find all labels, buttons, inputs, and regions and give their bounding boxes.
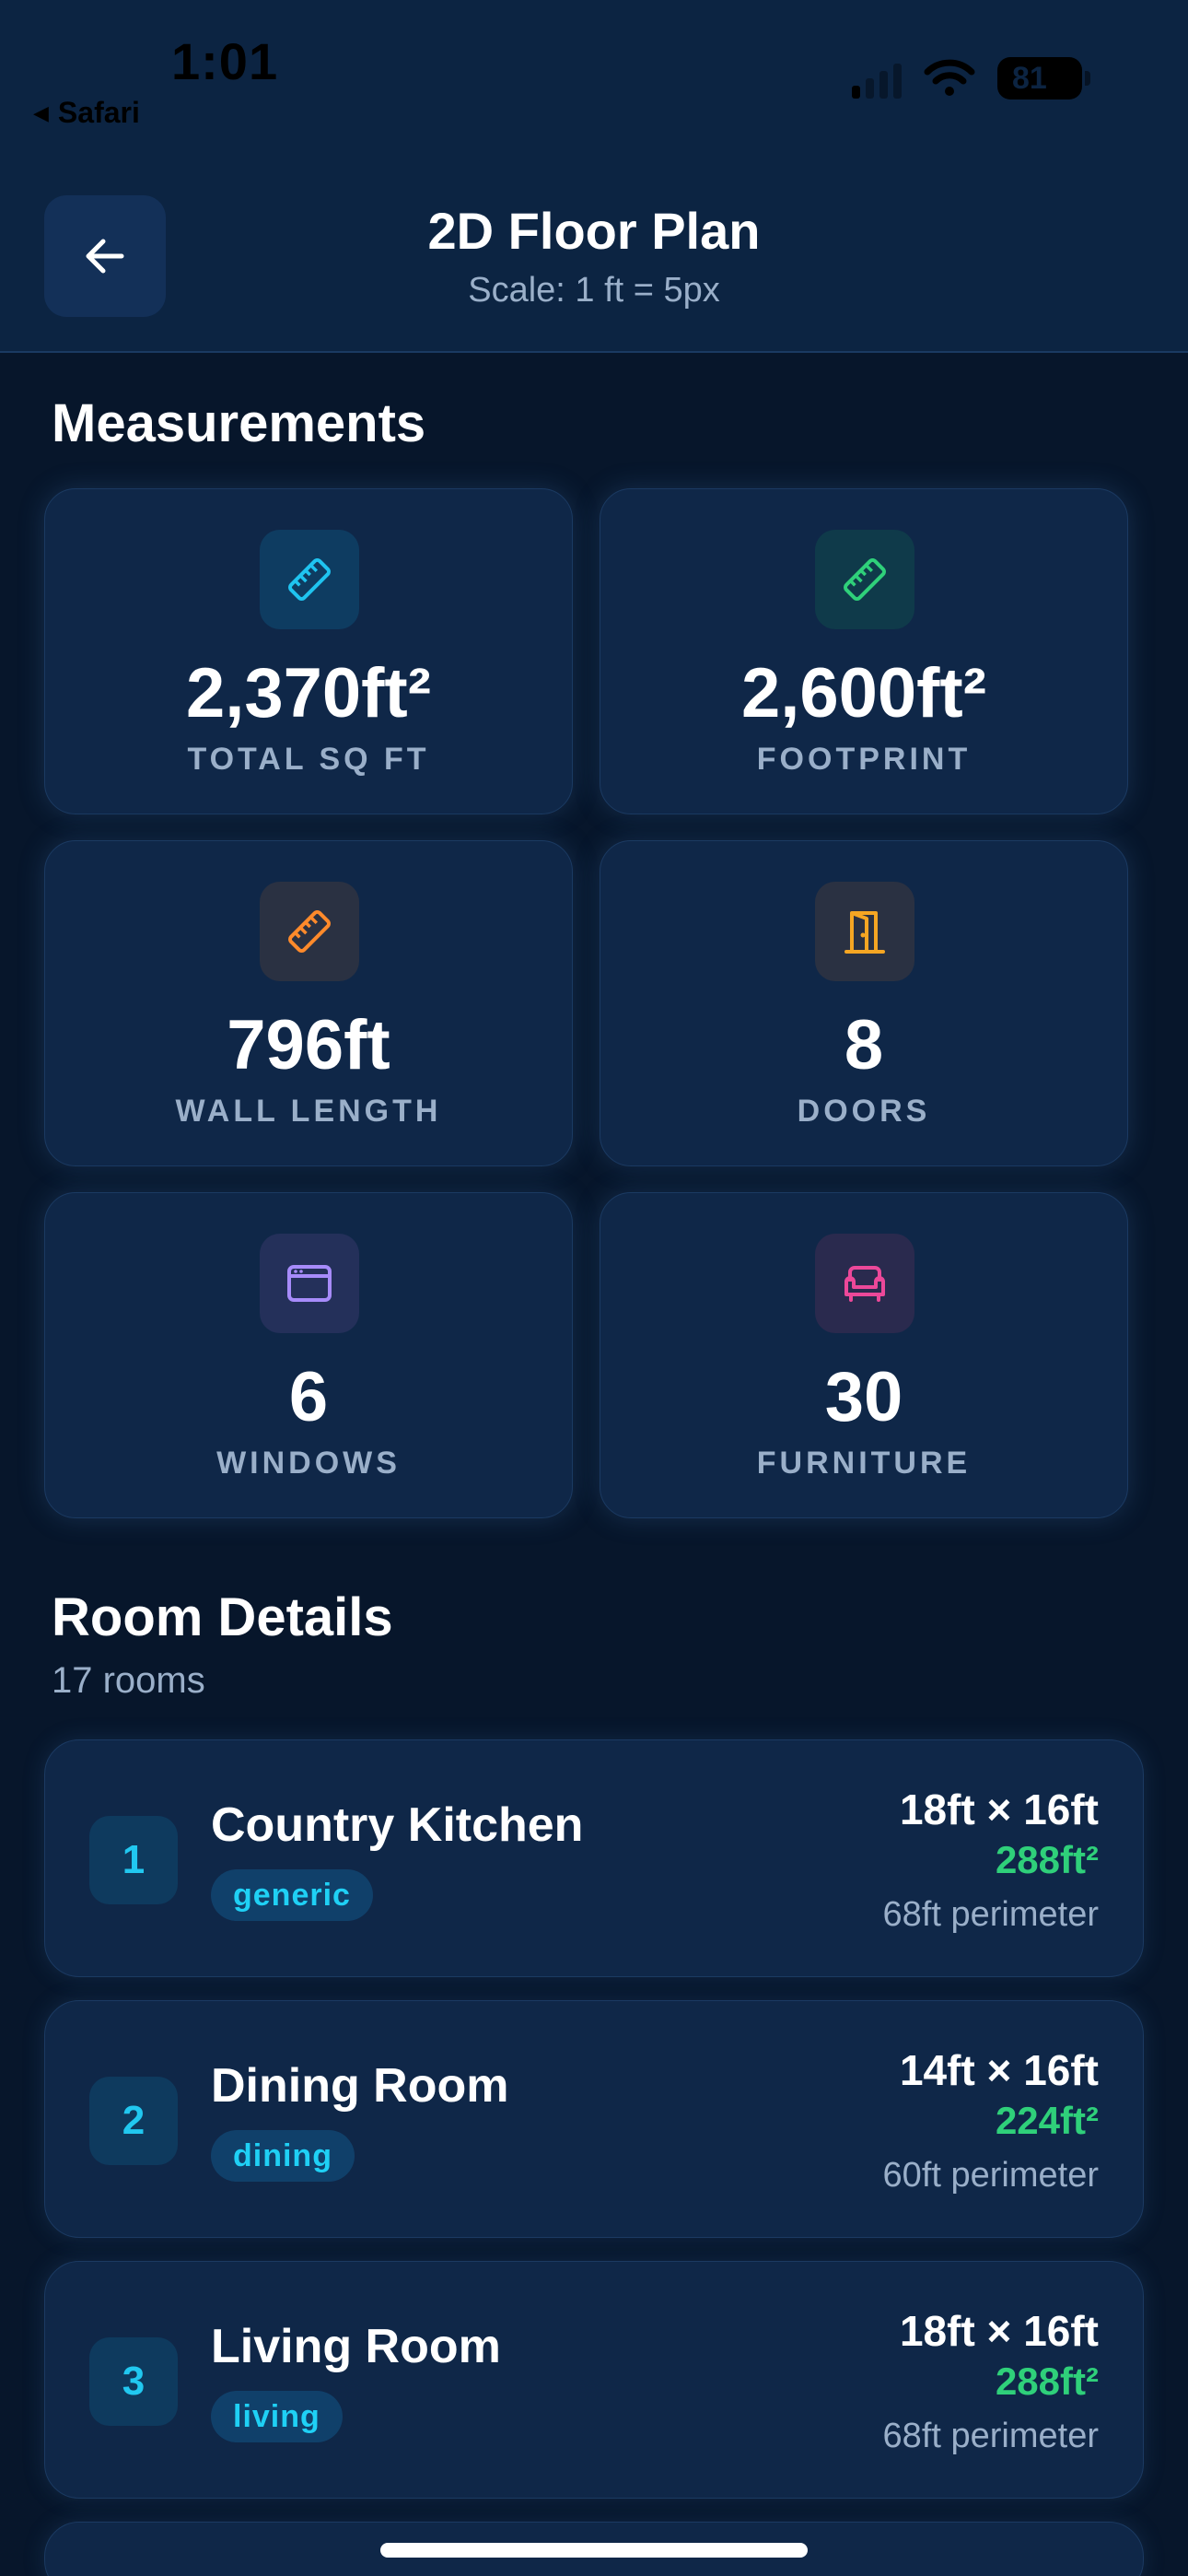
- home-indicator[interactable]: [380, 2543, 808, 2558]
- measurement-card-furniture: 30 FURNITURE: [600, 1192, 1128, 1518]
- battery-indicator: 81: [997, 57, 1090, 100]
- furniture-value: 30: [824, 1358, 903, 1436]
- measurement-card-footprint: 2,600ft² FOOTPRINT: [600, 488, 1128, 814]
- measurements-title: Measurements: [52, 393, 426, 453]
- sofa-icon: [815, 1234, 914, 1333]
- scale-subtitle: Scale: 1 ft = 5px: [468, 271, 720, 310]
- room-type-tag: dining: [211, 2130, 355, 2182]
- room-area: 224ft²: [995, 2099, 1099, 2142]
- doors-label: DOORS: [797, 1094, 931, 1129]
- total-sqft-label: TOTAL SQ FT: [187, 742, 430, 777]
- status-icons: 81: [852, 57, 1090, 100]
- room-dimensions: 18ft × 16ft: [899, 1786, 1099, 1833]
- room-number-badge: 2: [89, 2077, 178, 2165]
- room-count: 17 rooms: [52, 1660, 205, 1701]
- back-app-label: Safari: [57, 96, 140, 129]
- measurement-card-wall-length: 796ft WALL LENGTH: [44, 840, 573, 1166]
- windows-value: 6: [288, 1358, 329, 1436]
- room-type-tag: generic: [211, 1869, 373, 1921]
- room-perimeter: 60ft perimeter: [882, 2156, 1099, 2195]
- total-sqft-value: 2,370ft²: [185, 654, 432, 732]
- footprint-label: FOOTPRINT: [756, 742, 972, 777]
- footprint-value: 2,600ft²: [740, 654, 987, 732]
- room-number-badge: 1: [89, 1816, 178, 1904]
- ruler-icon: [260, 882, 359, 981]
- windows-label: WINDOWS: [216, 1446, 401, 1481]
- furniture-label: FURNITURE: [756, 1446, 972, 1481]
- ruler-icon: [260, 530, 359, 629]
- wall-length-label: WALL LENGTH: [175, 1094, 442, 1129]
- door-icon: [815, 882, 914, 981]
- room-name: Country Kitchen: [211, 1798, 584, 1852]
- doors-value: 8: [844, 1006, 884, 1084]
- top-header: 1:01 ◀ Safari 81 2D Floor Plan Scale: 1: [0, 0, 1188, 353]
- room-name: Dining Room: [211, 2059, 509, 2113]
- page-title: 2D Floor Plan: [427, 202, 761, 260]
- room-perimeter: 68ft perimeter: [882, 2417, 1099, 2455]
- room-number-badge: 3: [89, 2337, 178, 2426]
- wifi-icon: [924, 59, 975, 96]
- back-triangle-icon: ◀: [33, 100, 49, 124]
- room-area: 288ft²: [995, 1838, 1099, 1881]
- room-type-tag: living: [211, 2391, 343, 2442]
- measurement-card-windows: 6 WINDOWS: [44, 1192, 573, 1518]
- room-card[interactable]: 2 Dining Room dining 14ft × 16ft 224ft² …: [44, 2000, 1144, 2238]
- measurement-card-total-sqft: 2,370ft² TOTAL SQ FT: [44, 488, 573, 814]
- window-icon: [260, 1234, 359, 1333]
- room-card[interactable]: 3 Living Room living 18ft × 16ft 288ft² …: [44, 2261, 1144, 2499]
- room-perimeter: 68ft perimeter: [882, 1895, 1099, 1934]
- room-dimensions: 18ft × 16ft: [899, 2307, 1099, 2355]
- room-card[interactable]: 1 Country Kitchen generic 18ft × 16ft 28…: [44, 1739, 1144, 1977]
- room-area: 288ft²: [995, 2359, 1099, 2403]
- wall-length-value: 796ft: [227, 1006, 390, 1084]
- room-details-title: Room Details: [52, 1587, 393, 1647]
- back-to-app-link[interactable]: ◀ Safari: [33, 96, 140, 130]
- cellular-signal-icon: [852, 58, 902, 99]
- status-time: 1:01: [171, 32, 279, 90]
- floor-plan-screen: 1:01 ◀ Safari 81 2D Floor Plan Scale: 1: [0, 0, 1188, 2576]
- battery-level: 81: [1012, 60, 1047, 96]
- ruler-icon: [815, 530, 914, 629]
- room-dimensions: 14ft × 16ft: [899, 2046, 1099, 2094]
- room-name: Living Room: [211, 2320, 501, 2373]
- measurement-card-doors: 8 DOORS: [600, 840, 1128, 1166]
